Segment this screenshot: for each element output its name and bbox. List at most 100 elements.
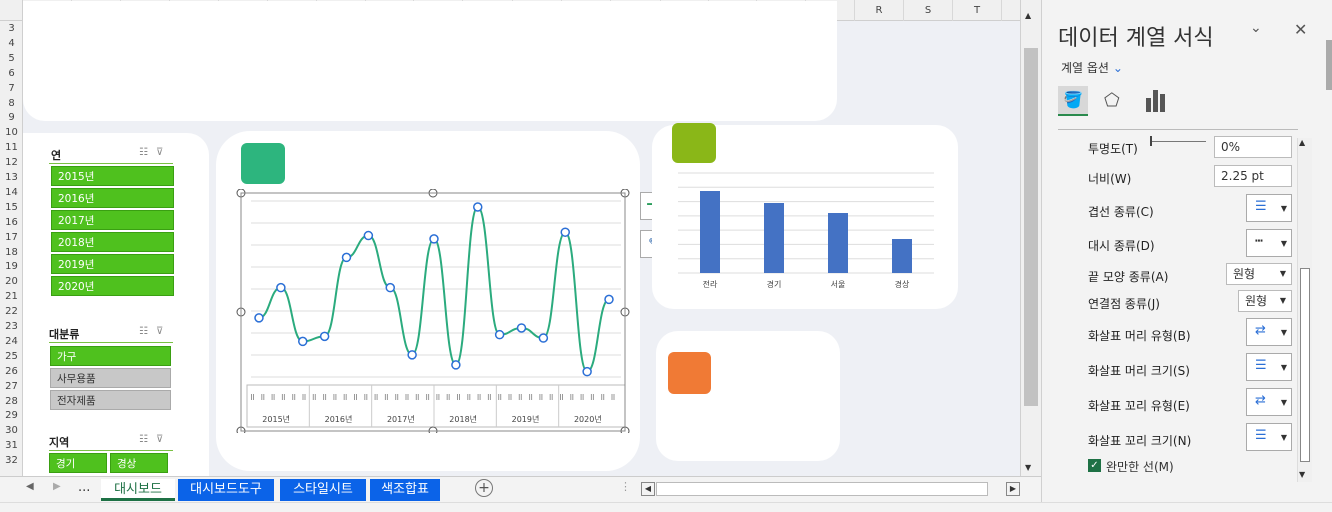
next-sheet-icon[interactable]: ▶ [53, 481, 61, 492]
row-header[interactable]: 12 [0, 157, 23, 168]
slicer-item-year[interactable]: 2020년 [51, 276, 174, 296]
bar-category-label: 전라 [703, 279, 718, 289]
tab-stylesheet[interactable]: 스타일시트 [280, 479, 366, 501]
row-header[interactable]: 29 [0, 410, 23, 421]
row-header[interactable]: 14 [0, 187, 23, 198]
line-chart[interactable]: 2015년 2016년 2017년 2018년 2019년 2020년 [233, 189, 633, 433]
worksheet[interactable]: ABCDEFGHIJKLMNOPQRST 3456789101112131415… [0, 0, 1020, 476]
slicer-item-category[interactable]: 가구 [50, 346, 171, 366]
join-type-dropdown[interactable]: 원형 ▼ [1238, 290, 1292, 312]
column-header[interactable]: S [904, 0, 953, 21]
transparency-slider[interactable] [1150, 141, 1206, 142]
pane-scrollbar[interactable]: ▲ ▼ [1297, 138, 1312, 482]
row-header[interactable]: 5 [0, 53, 23, 64]
multi-select-icon[interactable]: ☷⊽ [139, 147, 171, 158]
clear-filter-icon[interactable]: ☷⊽ [139, 326, 171, 337]
row-header[interactable]: 30 [0, 425, 23, 436]
row-header[interactable]: 22 [0, 306, 23, 317]
scroll-down-icon[interactable]: ▼ [1025, 463, 1031, 472]
scroll-right-icon[interactable]: ▶ [1006, 482, 1020, 496]
data-point [451, 360, 461, 370]
row-header[interactable]: 4 [0, 38, 23, 49]
width-input[interactable]: 2.25 pt [1214, 165, 1292, 187]
row-header[interactable]: 16 [0, 217, 23, 228]
smooth-line-label: 완만한 선(M) [1106, 460, 1174, 474]
row-header[interactable]: 27 [0, 381, 23, 392]
arrow-tail-type-label: 화살표 꼬리 유형(E) [1088, 399, 1190, 413]
slicer-item-year[interactable]: 2019년 [51, 254, 174, 274]
scroll-up-icon[interactable]: ▲ [1025, 11, 1031, 20]
vertical-scrollbar[interactable]: ▲ ▼ [1020, 0, 1041, 476]
row-header[interactable]: 13 [0, 172, 23, 183]
slicer-item-year[interactable]: 2017년 [51, 210, 174, 230]
row-header[interactable]: 7 [0, 83, 23, 94]
row-header[interactable]: 32 [0, 455, 23, 466]
clear-filter-icon[interactable]: ☷⊽ [139, 434, 171, 445]
row-header[interactable]: 17 [0, 232, 23, 243]
row-header[interactable]: 15 [0, 202, 23, 213]
tab-color-combo[interactable]: 색조합표 [370, 479, 440, 501]
slicer-item-year[interactable]: 2016년 [51, 188, 174, 208]
effects-pentagon-icon[interactable]: ⬠ [1104, 90, 1120, 111]
horizontal-scrollbar[interactable] [656, 482, 988, 496]
compound-type-dropdown[interactable]: ☰ ▼ [1246, 194, 1292, 222]
row-header[interactable]: 10 [0, 127, 23, 138]
cap-type-dropdown[interactable]: 원형 ▼ [1226, 263, 1292, 285]
column-header[interactable]: R [855, 0, 904, 21]
arrow-head-type-dropdown[interactable]: ⇄ ▼ [1246, 318, 1292, 346]
arrow-tail-size-dropdown[interactable]: ☰ ▼ [1246, 423, 1292, 451]
more-sheets[interactable]: ... [78, 480, 90, 495]
pane-outer-scroll-thumb[interactable] [1326, 40, 1332, 90]
data-point [276, 282, 286, 293]
row-header[interactable]: 26 [0, 366, 23, 377]
slicer-item-region[interactable]: 경기 [49, 453, 107, 473]
prev-sheet-icon[interactable]: ◀ [26, 481, 34, 492]
smooth-line-checkbox[interactable]: ✓ [1088, 459, 1101, 472]
chevron-down-icon: ⌄ [1112, 61, 1123, 75]
series-options-dropdown[interactable]: 계열 옵션 ⌄ [1061, 59, 1123, 76]
add-sheet-icon[interactable]: + [475, 479, 493, 497]
row-header[interactable]: 11 [0, 142, 23, 153]
slicer-item-year[interactable]: 2018년 [51, 232, 174, 252]
row-header[interactable]: 28 [0, 396, 23, 407]
row-header[interactable]: 6 [0, 68, 23, 79]
data-point [319, 331, 330, 342]
scroll-left-icon[interactable]: ◀ [641, 482, 655, 496]
row-header[interactable]: 25 [0, 351, 23, 362]
pane-scroll-thumb[interactable] [1300, 268, 1310, 462]
row-header[interactable]: 9 [0, 112, 23, 123]
dash-type-dropdown[interactable]: ┅ ▼ [1246, 229, 1292, 257]
slicer-item-category[interactable]: 사무용품 [50, 368, 171, 388]
column-header[interactable]: T [953, 0, 1002, 21]
split-handle-icon[interactable]: ⋮ [620, 480, 631, 493]
chevron-down-icon[interactable]: ⌄ [1250, 20, 1262, 36]
slicer-item-year[interactable]: 2015년 [51, 166, 174, 186]
row-header[interactable]: 21 [0, 291, 23, 302]
row-header[interactable]: 31 [0, 440, 23, 451]
bar-chart[interactable]: 전라 경기 서울 경상 [672, 169, 942, 293]
tab-dashboard[interactable]: 대시보드 [101, 479, 175, 501]
slider-handle[interactable] [1150, 136, 1152, 146]
scroll-up-icon[interactable]: ▲ [1299, 138, 1305, 147]
scroll-down-icon[interactable]: ▼ [1299, 470, 1305, 479]
scrollbar-thumb[interactable] [1024, 48, 1038, 406]
row-header[interactable]: 8 [0, 98, 23, 109]
fill-line-icon[interactable]: 🪣 [1058, 86, 1088, 116]
close-icon[interactable]: ✕ [1294, 20, 1307, 39]
row-header[interactable]: 20 [0, 276, 23, 287]
slicer-item-region[interactable]: 경상 [110, 453, 168, 473]
select-all-corner[interactable] [0, 0, 23, 21]
transparency-input[interactable]: 0% [1214, 136, 1292, 158]
row-header[interactable]: 19 [0, 261, 23, 272]
tab-dashboard-tools[interactable]: 대시보드도구 [178, 479, 274, 501]
series-options-bars-icon[interactable] [1146, 90, 1168, 112]
row-header[interactable]: 24 [0, 336, 23, 347]
year-axis-label: 2015년 [262, 414, 290, 424]
row-header[interactable]: 3 [0, 23, 23, 34]
row-header[interactable]: 18 [0, 247, 23, 258]
pane-title: 데이터 계열 서식 [1058, 26, 1214, 51]
slicer-item-category[interactable]: 전자제품 [50, 390, 171, 410]
arrow-head-size-dropdown[interactable]: ☰ ▼ [1246, 353, 1292, 381]
arrow-tail-type-dropdown[interactable]: ⇄ ▼ [1246, 388, 1292, 416]
row-header[interactable]: 23 [0, 321, 23, 332]
